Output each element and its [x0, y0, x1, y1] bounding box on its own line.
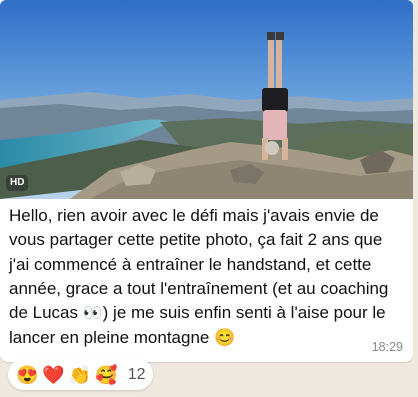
message-line: j'ai commencé à entraîner le handstand, … [9, 254, 372, 274]
clapping-hands-emoji: 👏 [68, 364, 92, 385]
smile-emoji: 😊 [214, 328, 236, 348]
heart-eyes-emoji: 😍 [16, 364, 39, 385]
message-line: Hello, rien avoir avec le défi mais j'av… [9, 206, 379, 225]
reactions-pill[interactable]: 😍 ❤️ 👏 🥰 12 [8, 359, 154, 390]
message-line: vous partager cette petite photo, ça fai… [9, 230, 383, 250]
message-bubble[interactable]: HD Hello, rien avoir avec le défi mais j… [0, 0, 413, 362]
smiling-face-hearts-emoji: 🥰 [95, 364, 118, 385]
hd-badge: HD [6, 175, 29, 191]
mountain-handstand-image [0, 0, 413, 199]
reaction-count: 12 [127, 365, 146, 383]
message-line: ) je me suis enfin senti à l'aise pour l… [102, 303, 386, 323]
message-line: lancer en pleine montagne [9, 328, 215, 348]
message-photo[interactable]: HD [0, 0, 413, 199]
eyes-emoji: 👀 [82, 305, 103, 323]
message-line: année, grace a tout l'entraînement (et a… [9, 278, 389, 298]
message-line: de Lucas [9, 303, 83, 323]
red-heart-emoji: ❤️ [42, 364, 65, 385]
message-timestamp: 18:29 [371, 340, 403, 354]
message-text: Hello, rien avoir avec le défi mais j'av… [9, 204, 407, 351]
